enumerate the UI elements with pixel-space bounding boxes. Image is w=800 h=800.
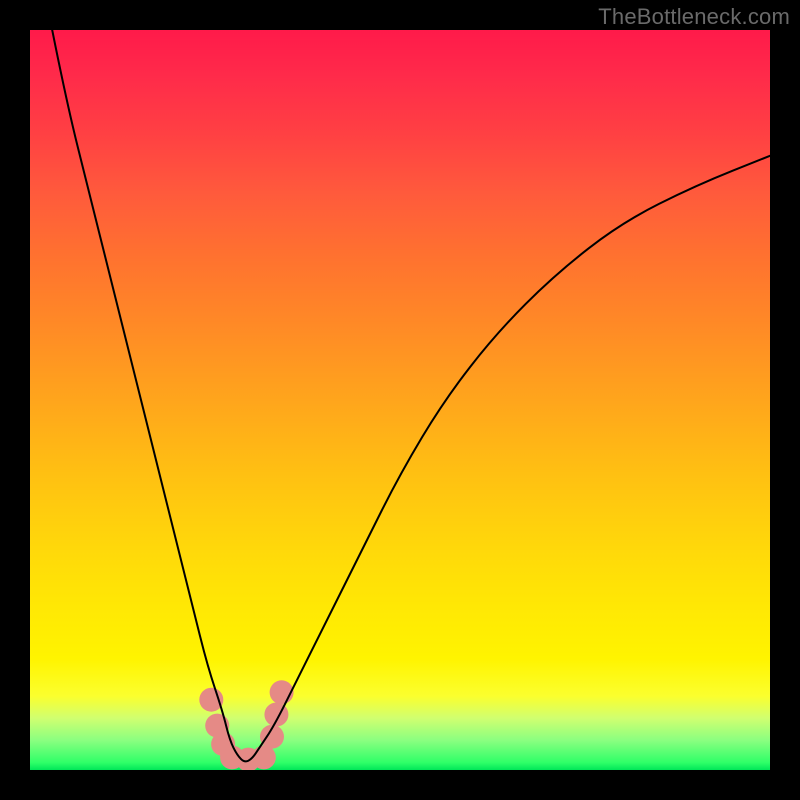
bottleneck-curve: [52, 30, 770, 761]
plot-area: [30, 30, 770, 770]
dot-left-1: [199, 688, 223, 712]
watermark-text: TheBottleneck.com: [598, 4, 790, 30]
dot-bottom-3: [252, 745, 276, 769]
markers-group: [199, 680, 293, 770]
chart-frame: TheBottleneck.com: [0, 0, 800, 800]
chart-svg: [30, 30, 770, 770]
